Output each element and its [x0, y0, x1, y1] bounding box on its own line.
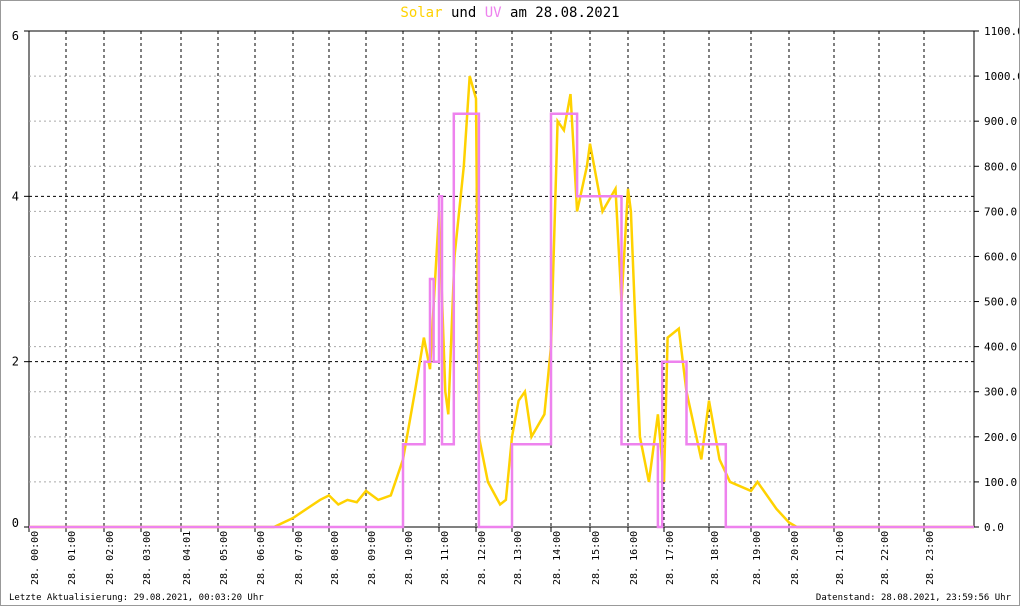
x-tick-label: 28. 02:00: [105, 531, 116, 585]
chart: Solar und UV am 28.08.2021 0.0 100.0 200.0…: [0, 0, 1020, 606]
last-update: Letzte Aktualisierung: 29.08.2021, 00:03…: [9, 593, 264, 603]
right-tick-label: 400.0: [984, 341, 1017, 354]
x-tick-label: 28. 20:00: [790, 531, 801, 585]
right-tick-label: 1100.0: [984, 25, 1019, 38]
x-tick-label: 28. 23:00: [925, 531, 936, 585]
left-tick-label: 0: [12, 516, 19, 530]
right-tick-label: 500.0: [984, 296, 1017, 309]
x-tick-label: 28. 15:00: [591, 531, 602, 585]
x-tick-label: 28. 08:00: [330, 531, 341, 585]
right-tick-label: 900.0: [984, 115, 1017, 128]
right-tick-label: 700.0: [984, 205, 1017, 218]
x-tick-label: 28. 04:01: [182, 531, 193, 585]
x-tick-label: 28. 01:00: [67, 531, 78, 585]
x-tick-label: 28. 12:00: [477, 531, 488, 585]
right-tick-label: 100.0: [984, 476, 1017, 489]
data-timestamp: Datenstand: 28.08.2021, 23:59:56 Uhr: [815, 593, 1011, 603]
left-tick-label: 2: [12, 355, 19, 369]
x-tick-label: 28. 07:00: [294, 531, 305, 585]
x-tick-label: 28. 16:00: [629, 531, 640, 585]
x-tick-label: 28. 22:00: [880, 531, 891, 585]
right-tick-label: 200.0: [984, 431, 1017, 444]
x-tick-label: 28. 05:00: [219, 531, 230, 585]
x-tick-label: 28. 13:00: [513, 531, 524, 585]
right-tick-label: 600.0: [984, 250, 1017, 263]
x-tick-label: 28. 10:00: [404, 531, 415, 585]
right-tick-label: 300.0: [984, 386, 1017, 399]
x-tick-label: 28. 21:00: [835, 531, 846, 585]
x-tick-label: 28. 09:00: [367, 531, 378, 585]
right-tick-label: 800.0: [984, 160, 1017, 173]
plot-area: 0.0 100.0 200.0 300.0 400.0 500.0 600.0 700.0 80…: [12, 25, 1019, 585]
x-tick-label: 28. 06:00: [256, 531, 267, 585]
x-tick-label: 28. 00:00: [30, 531, 41, 585]
left-tick-label: 4: [12, 189, 19, 203]
x-tick-label: 28. 14:00: [552, 531, 563, 585]
right-tick-label: 1000.0: [984, 70, 1019, 83]
x-tick-label: 28. 19:00: [752, 531, 763, 585]
right-tick-label: 0.0: [984, 521, 1004, 534]
x-tick-label: 28. 11:00: [440, 531, 451, 585]
x-tick-label: 28. 18:00: [710, 531, 721, 585]
left-tick-label: 6: [12, 29, 19, 43]
plot-frame: [28, 30, 975, 528]
x-tick-label: 28. 03:00: [142, 531, 153, 585]
x-tick-label: 28. 17:00: [665, 531, 676, 585]
